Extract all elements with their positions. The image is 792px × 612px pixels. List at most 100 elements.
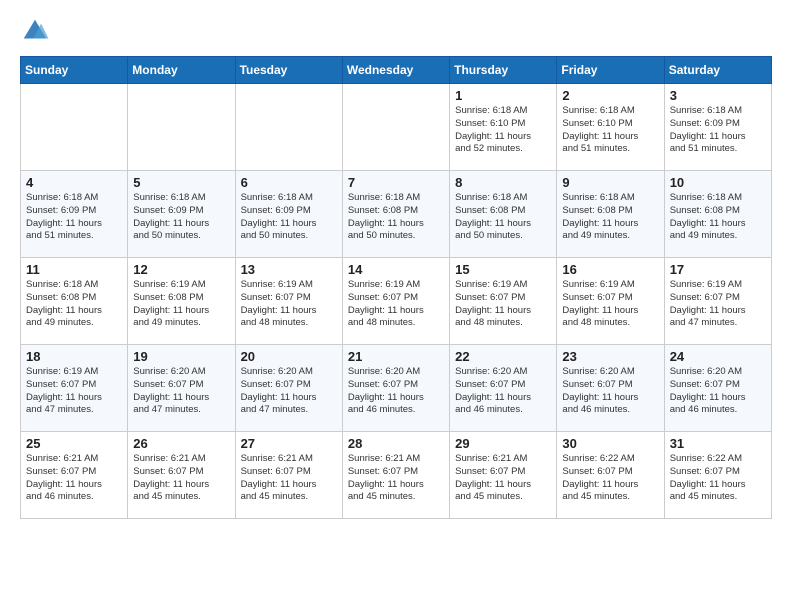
- day-info: Sunrise: 6:18 AM Sunset: 6:08 PM Dayligh…: [562, 192, 658, 243]
- day-number: 2: [562, 88, 658, 103]
- calendar-cell: 28 Sunrise: 6:21 AM Sunset: 6:07 PM Dayli…: [342, 432, 449, 519]
- calendar-cell: 16Sunrise: 6:19 AM Sunset: 6:07 PM Dayli…: [557, 258, 664, 345]
- header: [20, 16, 772, 46]
- day-number: 7: [348, 175, 444, 190]
- weekday-monday: Monday: [128, 57, 235, 84]
- cell-content: 29 Sunrise: 6:21 AM Sunset: 6:07 PM Dayli…: [455, 436, 551, 514]
- day-info: Sunrise: 6:22 AM Sunset: 6:07 PM Dayligh…: [670, 453, 766, 504]
- day-number: 28: [348, 436, 444, 451]
- cell-content: 4 Sunrise: 6:18 AM Sunset: 6:09 PM Daylig…: [26, 175, 122, 253]
- cell-content: 15Sunrise: 6:19 AM Sunset: 6:07 PM Dayli…: [455, 262, 551, 340]
- calendar-cell: 7Sunrise: 6:18 AM Sunset: 6:08 PM Daylig…: [342, 171, 449, 258]
- day-number: 18: [26, 349, 122, 364]
- day-info: Sunrise: 6:19 AM Sunset: 6:07 PM Dayligh…: [670, 279, 766, 330]
- week-row-2: 4 Sunrise: 6:18 AM Sunset: 6:09 PM Daylig…: [21, 171, 772, 258]
- day-number: 13: [241, 262, 337, 277]
- weekday-sunday: Sunday: [21, 57, 128, 84]
- calendar-cell: 26 Sunrise: 6:21 AM Sunset: 6:07 PM Dayli…: [128, 432, 235, 519]
- calendar-cell: [128, 84, 235, 171]
- calendar-table: SundayMondayTuesdayWednesdayThursdayFrid…: [20, 56, 772, 519]
- calendar-cell: 15Sunrise: 6:19 AM Sunset: 6:07 PM Dayli…: [450, 258, 557, 345]
- cell-content: 14 Sunrise: 6:19 AM Sunset: 6:07 PM Dayli…: [348, 262, 444, 340]
- day-number: 17: [670, 262, 766, 277]
- day-info: Sunrise: 6:21 AM Sunset: 6:07 PM Dayligh…: [241, 453, 337, 504]
- day-info: Sunrise: 6:20 AM Sunset: 6:07 PM Dayligh…: [348, 366, 444, 417]
- calendar-cell: 22 Sunrise: 6:20 AM Sunset: 6:07 PM Dayli…: [450, 345, 557, 432]
- day-info: Sunrise: 6:18 AM Sunset: 6:09 PM Dayligh…: [133, 192, 229, 243]
- page: SundayMondayTuesdayWednesdayThursdayFrid…: [0, 0, 792, 535]
- day-number: 9: [562, 175, 658, 190]
- day-info: Sunrise: 6:19 AM Sunset: 6:07 PM Dayligh…: [562, 279, 658, 330]
- week-row-5: 25 Sunrise: 6:21 AM Sunset: 6:07 PM Dayli…: [21, 432, 772, 519]
- cell-content: 11Sunrise: 6:18 AM Sunset: 6:08 PM Dayli…: [26, 262, 122, 340]
- day-number: 14: [348, 262, 444, 277]
- week-row-1: 1Sunrise: 6:18 AM Sunset: 6:10 PM Daylig…: [21, 84, 772, 171]
- calendar-cell: 30 Sunrise: 6:22 AM Sunset: 6:07 PM Dayli…: [557, 432, 664, 519]
- cell-content: 13 Sunrise: 6:19 AM Sunset: 6:07 PM Dayli…: [241, 262, 337, 340]
- day-number: 26: [133, 436, 229, 451]
- day-number: 4: [26, 175, 122, 190]
- day-info: Sunrise: 6:21 AM Sunset: 6:07 PM Dayligh…: [133, 453, 229, 504]
- logo-icon: [20, 16, 50, 46]
- day-info: Sunrise: 6:21 AM Sunset: 6:07 PM Dayligh…: [348, 453, 444, 504]
- day-number: 21: [348, 349, 444, 364]
- day-info: Sunrise: 6:18 AM Sunset: 6:08 PM Dayligh…: [455, 192, 551, 243]
- day-number: 5: [133, 175, 229, 190]
- day-number: 3: [670, 88, 766, 103]
- cell-content: 31 Sunrise: 6:22 AM Sunset: 6:07 PM Dayli…: [670, 436, 766, 514]
- day-info: Sunrise: 6:19 AM Sunset: 6:07 PM Dayligh…: [348, 279, 444, 330]
- calendar-cell: 18 Sunrise: 6:19 AM Sunset: 6:07 PM Dayli…: [21, 345, 128, 432]
- day-info: Sunrise: 6:18 AM Sunset: 6:10 PM Dayligh…: [562, 105, 658, 156]
- calendar-cell: 4 Sunrise: 6:18 AM Sunset: 6:09 PM Daylig…: [21, 171, 128, 258]
- calendar-cell: 10Sunrise: 6:18 AM Sunset: 6:08 PM Dayli…: [664, 171, 771, 258]
- calendar-cell: 14 Sunrise: 6:19 AM Sunset: 6:07 PM Dayli…: [342, 258, 449, 345]
- day-info: Sunrise: 6:18 AM Sunset: 6:09 PM Dayligh…: [241, 192, 337, 243]
- day-number: 23: [562, 349, 658, 364]
- calendar-cell: 31 Sunrise: 6:22 AM Sunset: 6:07 PM Dayli…: [664, 432, 771, 519]
- calendar-cell: 27 Sunrise: 6:21 AM Sunset: 6:07 PM Dayli…: [235, 432, 342, 519]
- day-number: 30: [562, 436, 658, 451]
- calendar-cell: 2 Sunrise: 6:18 AM Sunset: 6:10 PM Daylig…: [557, 84, 664, 171]
- day-info: Sunrise: 6:18 AM Sunset: 6:09 PM Dayligh…: [26, 192, 122, 243]
- cell-content: 23Sunrise: 6:20 AM Sunset: 6:07 PM Dayli…: [562, 349, 658, 427]
- day-number: 27: [241, 436, 337, 451]
- cell-content: 7Sunrise: 6:18 AM Sunset: 6:08 PM Daylig…: [348, 175, 444, 253]
- calendar-cell: 1Sunrise: 6:18 AM Sunset: 6:10 PM Daylig…: [450, 84, 557, 171]
- calendar-cell: 25Sunrise: 6:21 AM Sunset: 6:07 PM Dayli…: [21, 432, 128, 519]
- calendar-cell: 13 Sunrise: 6:19 AM Sunset: 6:07 PM Dayli…: [235, 258, 342, 345]
- cell-content: 16Sunrise: 6:19 AM Sunset: 6:07 PM Dayli…: [562, 262, 658, 340]
- calendar-cell: 12Sunrise: 6:19 AM Sunset: 6:08 PM Dayli…: [128, 258, 235, 345]
- cell-content: 24Sunrise: 6:20 AM Sunset: 6:07 PM Dayli…: [670, 349, 766, 427]
- day-info: Sunrise: 6:19 AM Sunset: 6:07 PM Dayligh…: [241, 279, 337, 330]
- calendar-cell: 23Sunrise: 6:20 AM Sunset: 6:07 PM Dayli…: [557, 345, 664, 432]
- cell-content: 3 Sunrise: 6:18 AM Sunset: 6:09 PM Daylig…: [670, 88, 766, 166]
- day-number: 11: [26, 262, 122, 277]
- day-info: Sunrise: 6:21 AM Sunset: 6:07 PM Dayligh…: [455, 453, 551, 504]
- day-info: Sunrise: 6:18 AM Sunset: 6:10 PM Dayligh…: [455, 105, 551, 156]
- day-number: 22: [455, 349, 551, 364]
- calendar-cell: 19 Sunrise: 6:20 AM Sunset: 6:07 PM Dayli…: [128, 345, 235, 432]
- day-info: Sunrise: 6:20 AM Sunset: 6:07 PM Dayligh…: [241, 366, 337, 417]
- week-row-3: 11Sunrise: 6:18 AM Sunset: 6:08 PM Dayli…: [21, 258, 772, 345]
- calendar-cell: 5 Sunrise: 6:18 AM Sunset: 6:09 PM Daylig…: [128, 171, 235, 258]
- day-number: 25: [26, 436, 122, 451]
- day-info: Sunrise: 6:19 AM Sunset: 6:07 PM Dayligh…: [26, 366, 122, 417]
- calendar-cell: 3 Sunrise: 6:18 AM Sunset: 6:09 PM Daylig…: [664, 84, 771, 171]
- day-number: 8: [455, 175, 551, 190]
- week-row-4: 18 Sunrise: 6:19 AM Sunset: 6:07 PM Dayli…: [21, 345, 772, 432]
- day-number: 19: [133, 349, 229, 364]
- calendar-cell: 21 Sunrise: 6:20 AM Sunset: 6:07 PM Dayli…: [342, 345, 449, 432]
- day-info: Sunrise: 6:20 AM Sunset: 6:07 PM Dayligh…: [455, 366, 551, 417]
- calendar-cell: 8 Sunrise: 6:18 AM Sunset: 6:08 PM Daylig…: [450, 171, 557, 258]
- day-info: Sunrise: 6:19 AM Sunset: 6:08 PM Dayligh…: [133, 279, 229, 330]
- day-number: 6: [241, 175, 337, 190]
- day-info: Sunrise: 6:22 AM Sunset: 6:07 PM Dayligh…: [562, 453, 658, 504]
- calendar-cell: 29 Sunrise: 6:21 AM Sunset: 6:07 PM Dayli…: [450, 432, 557, 519]
- day-info: Sunrise: 6:18 AM Sunset: 6:09 PM Dayligh…: [670, 105, 766, 156]
- day-number: 10: [670, 175, 766, 190]
- day-info: Sunrise: 6:20 AM Sunset: 6:07 PM Dayligh…: [133, 366, 229, 417]
- weekday-tuesday: Tuesday: [235, 57, 342, 84]
- day-number: 29: [455, 436, 551, 451]
- day-number: 31: [670, 436, 766, 451]
- day-info: Sunrise: 6:20 AM Sunset: 6:07 PM Dayligh…: [670, 366, 766, 417]
